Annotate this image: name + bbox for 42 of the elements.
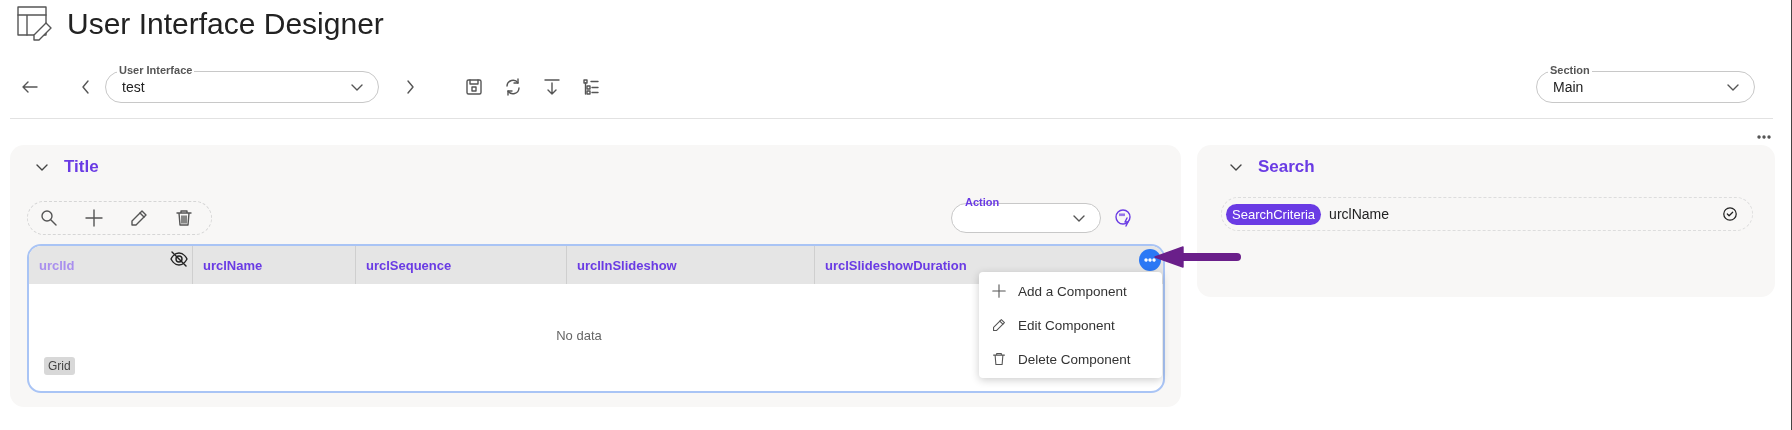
field-value: Main (1553, 79, 1585, 95)
column-header[interactable]: urclName (193, 246, 356, 284)
check-circle-icon[interactable] (1722, 206, 1738, 222)
criteria-value: urclName (1329, 206, 1390, 222)
more-icon (1144, 258, 1156, 262)
menu-item[interactable]: Edit Component (979, 308, 1162, 342)
field-label: Action (964, 196, 1001, 209)
column-label: urclSlideshowDuration (825, 257, 967, 273)
empty-message: No data (555, 328, 603, 343)
column-label: urclInSlideshow (577, 257, 677, 273)
field-label: Section (1548, 64, 1592, 77)
save-icon[interactable] (465, 78, 483, 96)
refresh-icon[interactable] (504, 78, 522, 96)
back-arrow-icon[interactable] (21, 79, 39, 95)
designer-icon (16, 5, 54, 43)
search-icon[interactable] (40, 209, 58, 227)
tree-list-icon[interactable] (582, 78, 600, 96)
column-label: urclName (203, 257, 263, 273)
trash-icon (992, 352, 1006, 366)
column-header[interactable]: urclInSlideshow (567, 246, 815, 284)
pencil-icon (992, 318, 1006, 332)
page-title: User Interface Designer (67, 7, 384, 41)
field-label: User Interface (117, 64, 195, 77)
plus-icon[interactable] (85, 209, 103, 227)
chevron-left-icon[interactable] (79, 79, 91, 95)
panel-title: Title (64, 157, 99, 177)
trash-icon[interactable] (175, 209, 193, 227)
eye-slash-icon (170, 250, 188, 268)
plus-icon (992, 284, 1006, 298)
field-value: test (122, 79, 146, 95)
grid-tag: Grid (44, 357, 75, 375)
menu-item[interactable]: Delete Component (979, 342, 1162, 376)
criteria-tag: SearchCriteria (1226, 203, 1322, 225)
column-header[interactable]: urclSequence (356, 246, 567, 284)
panel-title: Search (1258, 157, 1315, 177)
column-label: urclSequence (366, 257, 452, 273)
more-icon[interactable] (1757, 135, 1771, 139)
ai-icon[interactable] (1113, 208, 1133, 228)
pencil-icon[interactable] (130, 209, 148, 227)
column-label: urclId (39, 257, 75, 273)
more-button[interactable] (1139, 249, 1161, 271)
download-icon[interactable] (543, 78, 561, 96)
